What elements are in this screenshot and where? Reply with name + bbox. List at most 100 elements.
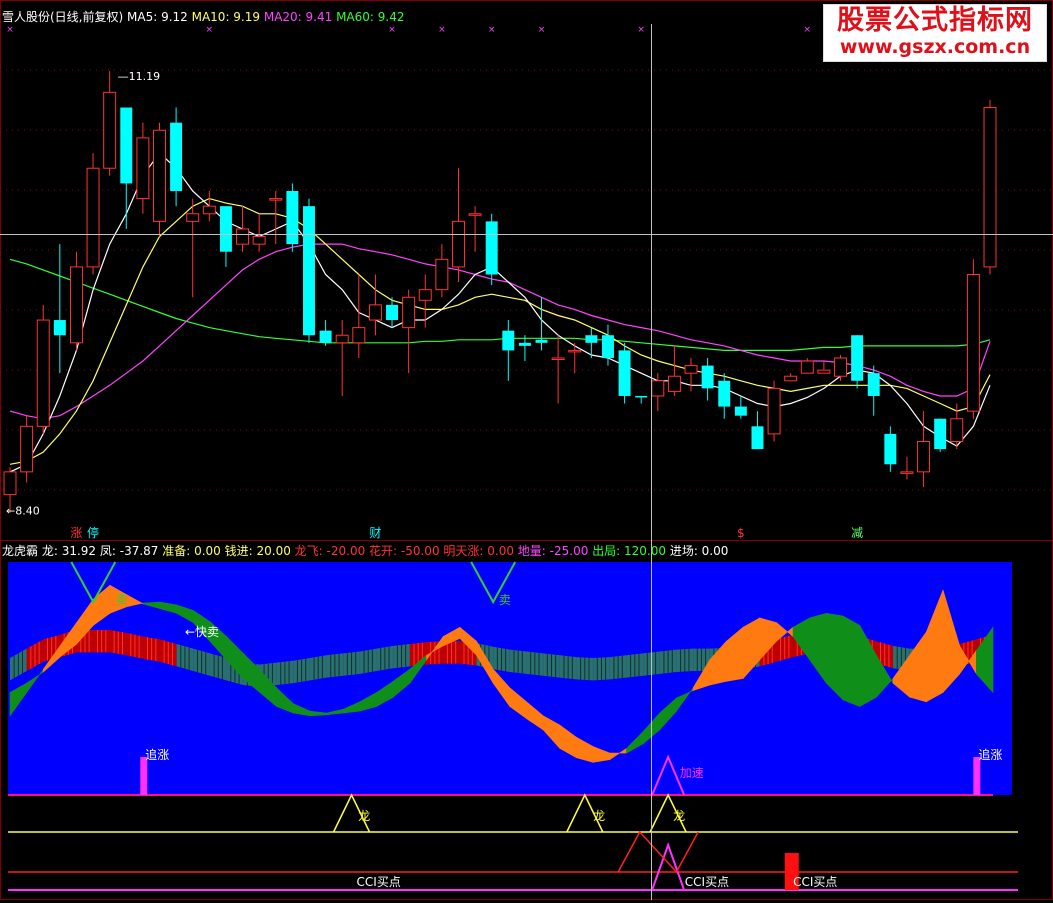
signal-label: 卖 <box>499 593 511 607</box>
candle-body <box>153 129 166 222</box>
candle-body <box>585 335 598 343</box>
candle-body <box>917 441 931 473</box>
logo-name: 股票公式指标网 <box>837 5 1033 36</box>
candle-body <box>186 213 200 222</box>
candle-body <box>20 425 34 473</box>
candle-body <box>950 418 964 442</box>
candle-body <box>551 357 565 360</box>
top-marker: × <box>388 25 396 35</box>
signal-label: 卖 <box>116 593 128 607</box>
candle-body <box>817 369 831 374</box>
header: 雪人股份(日线,前复权) MA5: 9.12 MA10: 9.19 MA20: … <box>2 8 405 25</box>
indicator-title: 龙虎霸 <box>2 544 39 558</box>
candle-body <box>667 375 681 392</box>
candle-body <box>568 349 582 353</box>
stock-title: 雪人股份(日线,前复权) <box>2 10 124 24</box>
top-marker: × <box>804 25 812 35</box>
candle-body <box>518 342 531 346</box>
logo-url: www.gszx.com.cn <box>839 36 1031 58</box>
candle-body <box>286 191 299 245</box>
ma20-line <box>9 243 991 420</box>
candle-body <box>202 205 216 215</box>
candle-body <box>303 206 315 336</box>
signal-label: CCI买点 <box>793 875 837 889</box>
site-logo: 股票公式指标网 www.gszx.com.cn <box>823 4 1047 62</box>
indicator-value-0: 龙: 31.92 <box>41 544 100 558</box>
candle-body <box>451 220 465 268</box>
candle-body <box>851 335 864 381</box>
candle-body <box>36 319 50 427</box>
candle-body <box>418 289 432 301</box>
candle-body <box>867 373 880 396</box>
candle-body <box>701 365 714 389</box>
ribbon-segment <box>842 615 861 707</box>
indicator-value-8: 出局: 120.00 <box>592 544 670 558</box>
top-marker: × <box>637 25 645 35</box>
candle-body <box>601 335 614 358</box>
candle-body <box>718 380 731 407</box>
top-marker: × <box>206 25 214 35</box>
ma10-line <box>9 197 991 465</box>
ma-label-0: MA5: 9.12 <box>127 10 192 24</box>
signal-label: 龙 <box>358 809 370 823</box>
candle-body <box>269 198 283 201</box>
candle-body <box>535 339 548 343</box>
candle-body <box>86 167 100 268</box>
chase-bar <box>140 757 148 795</box>
ma-label-1: MA10: 9.19 <box>191 10 264 24</box>
signal-label: CCI买点 <box>685 875 729 889</box>
candle-body <box>219 206 232 252</box>
candle-body <box>884 433 897 465</box>
signal-label: 龙 <box>673 809 685 823</box>
candle-body <box>468 213 482 216</box>
signal-label: 加速 <box>680 766 704 780</box>
candle-body <box>734 406 747 416</box>
indicator-value-2: 准备: 0.00 <box>162 544 225 558</box>
indicator-value-7: 地量: -25.00 <box>517 544 593 558</box>
signal-label: 龙 <box>593 809 605 823</box>
candle-body <box>834 357 847 377</box>
candle-body <box>784 375 798 382</box>
indicator-value-9: 进场: 0.00 <box>669 544 729 558</box>
candle-body <box>352 327 366 344</box>
candle-body <box>651 380 665 397</box>
candle-body <box>934 418 947 450</box>
signal-label: 追涨 <box>978 747 1002 762</box>
top-marker: × <box>6 25 14 35</box>
indicator-value-1: 凤: -37.87 <box>99 544 163 558</box>
signal-label: CCI买点 <box>357 875 401 889</box>
candle-body <box>252 236 266 245</box>
candle-body <box>435 258 449 291</box>
indicator-value-5: 花开: -50.00 <box>369 544 444 558</box>
ma-label-3: MA60: 9.42 <box>336 10 405 24</box>
price-chart: × × × × × × × × —11.19 ←8.40 涨停 财 $ 减 ←快卖追涨 追涨加速龙 龙 龙 卖 卖 CC… <box>0 0 1053 900</box>
candle-body <box>3 471 17 496</box>
indicator-value-6: 明天涨: 0.00 <box>443 544 518 558</box>
candle-body <box>485 221 498 275</box>
candle-body <box>53 320 66 336</box>
candle-body <box>386 304 399 321</box>
top-marker: × <box>438 25 446 35</box>
ma-legend: MA5: 9.12 MA10: 9.19 MA20: 9.41 MA60: 9.… <box>127 10 404 24</box>
candle-body <box>319 330 332 343</box>
signal-label: 追涨 <box>145 747 169 762</box>
candle-body <box>635 395 648 398</box>
candle-body <box>335 334 349 344</box>
event-marker: $ <box>737 526 745 540</box>
candle-body <box>900 471 914 474</box>
candle-body <box>120 107 133 184</box>
candle-body <box>402 296 416 329</box>
event-marker: 财 <box>369 526 381 540</box>
low-label: ←8.40 <box>6 505 40 518</box>
candle-body <box>136 137 150 200</box>
signal-label: ←快卖 <box>185 625 219 639</box>
candle-body <box>69 266 83 344</box>
candle-body <box>236 228 250 245</box>
candle-body <box>368 304 382 321</box>
candle-body <box>618 350 631 396</box>
candle-body <box>983 107 997 268</box>
candle-body <box>684 365 698 374</box>
candle-body <box>767 387 781 435</box>
candle-body <box>800 360 814 374</box>
red-step <box>617 830 699 874</box>
